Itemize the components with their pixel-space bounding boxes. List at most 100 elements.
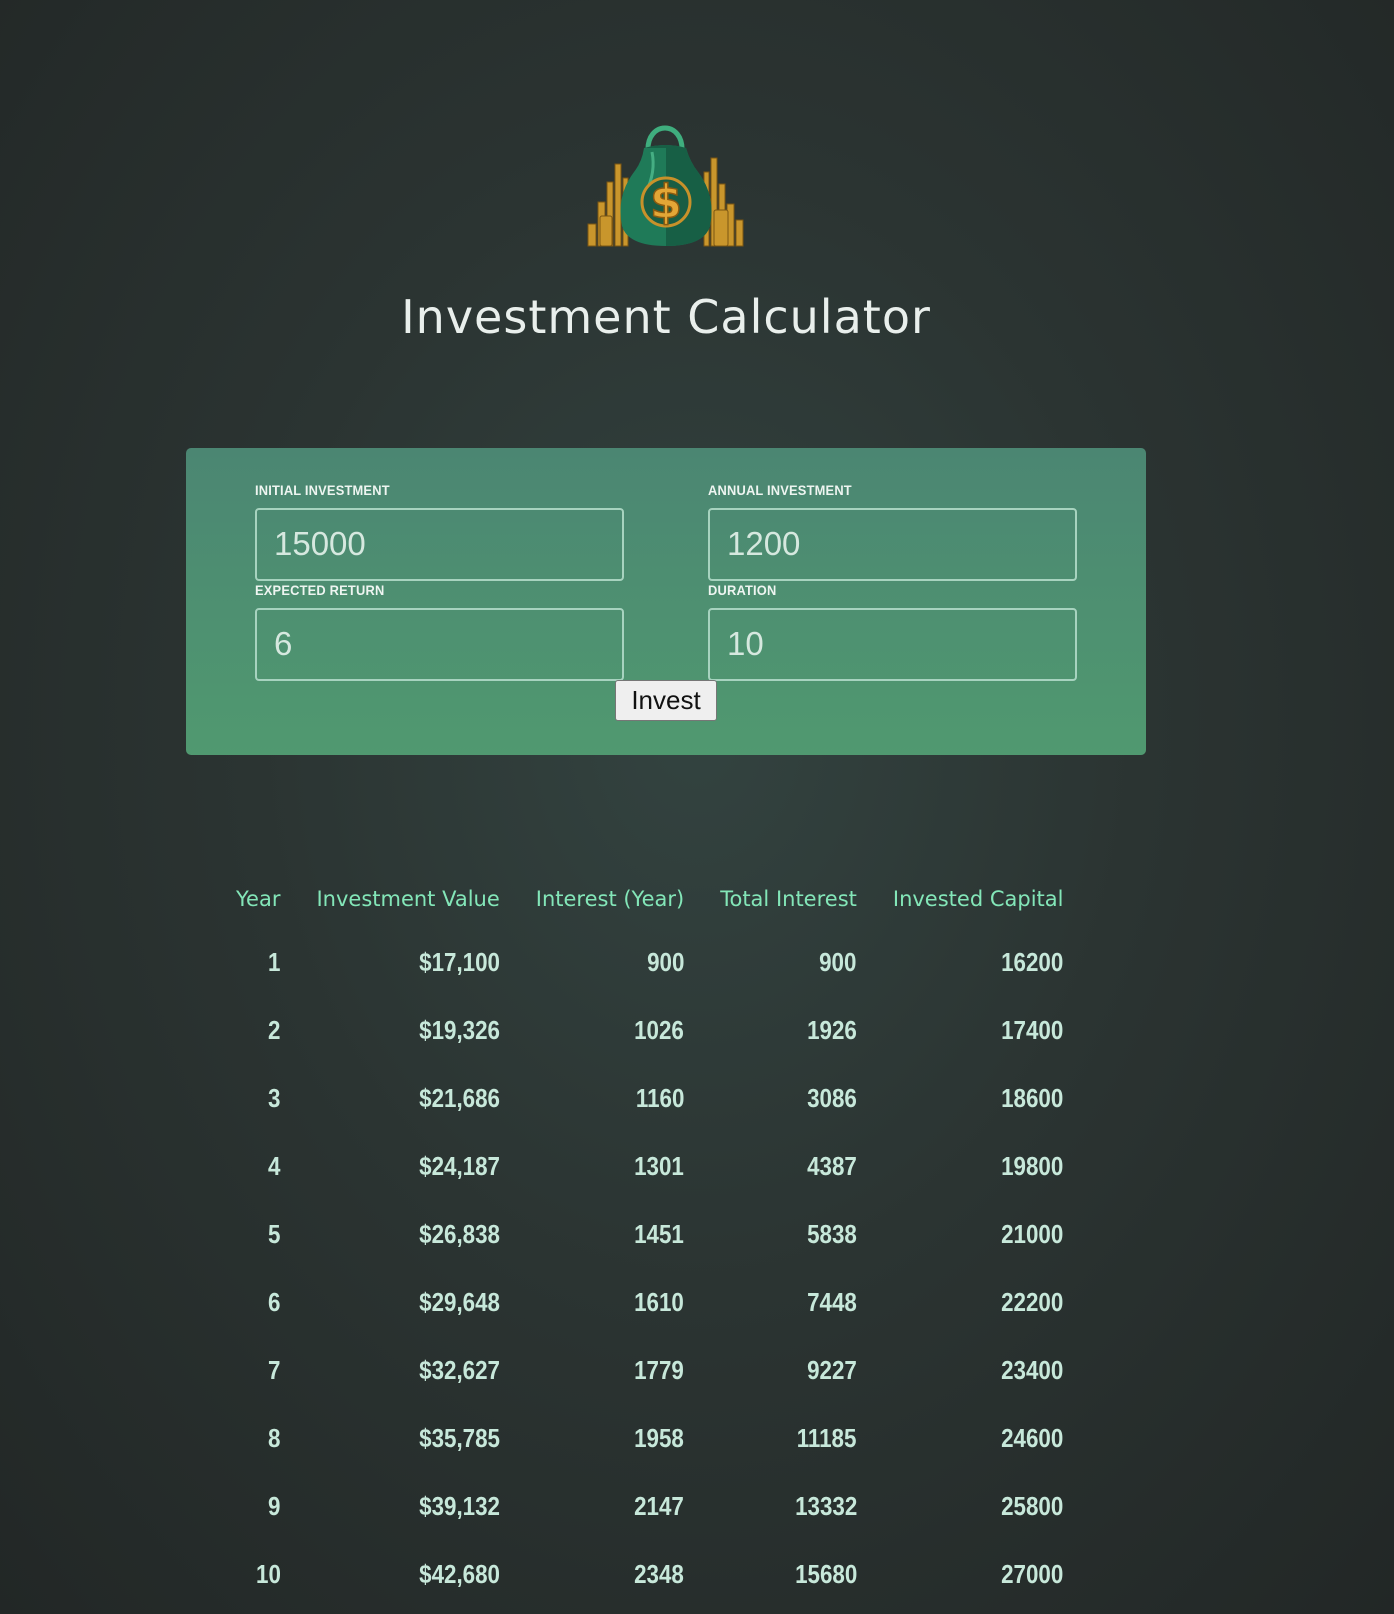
cell-value: 9 bbox=[268, 1490, 281, 1521]
cell-value: 2147 bbox=[634, 1490, 685, 1521]
table-row: 7 $32,627 1779 9227 23400 bbox=[218, 1336, 1081, 1404]
cell-invested-capital: 16200 bbox=[875, 928, 1082, 996]
cell-total-interest: 5838 bbox=[702, 1200, 875, 1268]
results-table: Year Investment Value Interest (Year) To… bbox=[218, 870, 1081, 1608]
cell-year: 2 bbox=[218, 996, 298, 1064]
column-header-interest-year: Interest (Year) bbox=[535, 887, 685, 911]
cell-value: 25800 bbox=[1001, 1490, 1064, 1521]
svg-text:$: $ bbox=[650, 175, 682, 229]
column-header-total-interest: Total Interest bbox=[720, 887, 857, 911]
cell-value: $32,627 bbox=[418, 1354, 500, 1385]
cell-investment-value: $35,785 bbox=[298, 1404, 517, 1472]
expected-return-input[interactable]: 6 bbox=[255, 608, 624, 681]
cell-interest-year: 1610 bbox=[518, 1268, 702, 1336]
cell-value: 21000 bbox=[1001, 1218, 1064, 1249]
cell-value: 8 bbox=[268, 1422, 281, 1453]
cell-interest-year: 1779 bbox=[518, 1336, 702, 1404]
cell-value: $26,838 bbox=[418, 1218, 500, 1249]
cell-interest-year: 1160 bbox=[518, 1064, 702, 1132]
cell-invested-capital: 21000 bbox=[875, 1200, 1082, 1268]
cell-year: 7 bbox=[218, 1336, 298, 1404]
cell-invested-capital: 19800 bbox=[875, 1132, 1082, 1200]
cell-value: 5838 bbox=[807, 1218, 857, 1249]
cell-value: 24600 bbox=[1001, 1422, 1064, 1453]
invest-button[interactable]: Invest bbox=[615, 680, 717, 721]
money-bag-icon: $ bbox=[586, 112, 746, 247]
column-header-year: Year bbox=[236, 887, 281, 911]
cell-value: 4 bbox=[268, 1150, 281, 1181]
cell-value: $35,785 bbox=[418, 1422, 500, 1453]
cell-invested-capital: 17400 bbox=[875, 996, 1082, 1064]
investment-form: INITIAL INVESTMENT 15000 ANNUAL INVESTME… bbox=[186, 448, 1146, 755]
table-row: 1 $17,100 900 900 16200 bbox=[218, 928, 1081, 996]
column-header-investment-value: Investment Value bbox=[316, 887, 500, 911]
table-row: 4 $24,187 1301 4387 19800 bbox=[218, 1132, 1081, 1200]
table-row: 9 $39,132 2147 13332 25800 bbox=[218, 1472, 1081, 1540]
table-row: 6 $29,648 1610 7448 22200 bbox=[218, 1268, 1081, 1336]
cell-value: 900 bbox=[646, 946, 685, 977]
cell-interest-year: 2348 bbox=[518, 1540, 702, 1608]
duration-input[interactable]: 10 bbox=[708, 608, 1077, 681]
cell-year: 6 bbox=[218, 1268, 298, 1336]
cell-value: 2348 bbox=[634, 1558, 685, 1589]
column-header-invested-capital: Invested Capital bbox=[892, 887, 1064, 911]
cell-year: 10 bbox=[218, 1540, 298, 1608]
cell-value: 1160 bbox=[635, 1082, 685, 1113]
cell-value: $39,132 bbox=[418, 1490, 500, 1521]
cell-value: 27000 bbox=[1001, 1558, 1064, 1589]
cell-value: 3 bbox=[268, 1082, 281, 1113]
cell-investment-value: $29,648 bbox=[298, 1268, 517, 1336]
table-row: 3 $21,686 1160 3086 18600 bbox=[218, 1064, 1081, 1132]
cell-value: 5 bbox=[268, 1218, 281, 1249]
cell-year: 8 bbox=[218, 1404, 298, 1472]
cell-total-interest: 11185 bbox=[702, 1404, 875, 1472]
cell-investment-value: $42,680 bbox=[298, 1540, 517, 1608]
cell-value: 17400 bbox=[1001, 1014, 1064, 1045]
cell-value: 3086 bbox=[807, 1082, 857, 1113]
cell-investment-value: $21,686 bbox=[298, 1064, 517, 1132]
cell-value: $19,326 bbox=[418, 1014, 500, 1045]
cell-value: 7 bbox=[268, 1354, 281, 1385]
table-row: 10 $42,680 2348 15680 27000 bbox=[218, 1540, 1081, 1608]
cell-value: $17,100 bbox=[418, 946, 500, 977]
cell-year: 5 bbox=[218, 1200, 298, 1268]
cell-value: 1779 bbox=[634, 1354, 685, 1385]
cell-value: 1958 bbox=[634, 1422, 685, 1453]
expected-return-label: EXPECTED RETURN bbox=[255, 582, 385, 598]
annual-investment-input[interactable]: 1200 bbox=[708, 508, 1077, 581]
cell-value: 1026 bbox=[634, 1014, 685, 1045]
cell-value: 22200 bbox=[1001, 1286, 1064, 1317]
page-title: Investment Calculator bbox=[401, 290, 931, 344]
cell-value: 2 bbox=[268, 1014, 281, 1045]
cell-value: 11185 bbox=[797, 1422, 857, 1453]
cell-invested-capital: 25800 bbox=[875, 1472, 1082, 1540]
cell-interest-year: 2147 bbox=[518, 1472, 702, 1540]
results-body: 1 $17,100 900 900 16200 2 $19,326 1026 1926 17400… bbox=[218, 928, 1081, 1608]
cell-investment-value: $39,132 bbox=[298, 1472, 517, 1540]
cell-year: 9 bbox=[218, 1472, 298, 1540]
initial-investment-label: INITIAL INVESTMENT bbox=[255, 482, 390, 498]
cell-value: 16200 bbox=[1001, 946, 1064, 977]
cell-investment-value: $32,627 bbox=[298, 1336, 517, 1404]
cell-investment-value: $24,187 bbox=[298, 1132, 517, 1200]
cell-invested-capital: 27000 bbox=[875, 1540, 1082, 1608]
cell-total-interest: 13332 bbox=[702, 1472, 875, 1540]
cell-total-interest: 900 bbox=[702, 928, 875, 996]
table-row: 2 $19,326 1026 1926 17400 bbox=[218, 996, 1081, 1064]
cell-interest-year: 900 bbox=[518, 928, 702, 996]
cell-invested-capital: 24600 bbox=[875, 1404, 1082, 1472]
cell-value: 7448 bbox=[807, 1286, 857, 1317]
duration-field: DURATION 10 bbox=[708, 582, 1077, 681]
cell-value: 1 bbox=[268, 946, 281, 977]
cell-total-interest: 15680 bbox=[702, 1540, 875, 1608]
cell-value: 6 bbox=[268, 1286, 281, 1317]
cell-value: 1301 bbox=[634, 1150, 685, 1181]
initial-investment-input[interactable]: 15000 bbox=[255, 508, 624, 581]
cell-invested-capital: 22200 bbox=[875, 1268, 1082, 1336]
cell-value: 1451 bbox=[634, 1218, 685, 1249]
cell-investment-value: $19,326 bbox=[298, 996, 517, 1064]
table-header-row: Year Investment Value Interest (Year) To… bbox=[218, 870, 1081, 928]
cell-invested-capital: 23400 bbox=[875, 1336, 1082, 1404]
cell-value: $24,187 bbox=[418, 1150, 500, 1181]
cell-value: 13332 bbox=[794, 1490, 857, 1521]
